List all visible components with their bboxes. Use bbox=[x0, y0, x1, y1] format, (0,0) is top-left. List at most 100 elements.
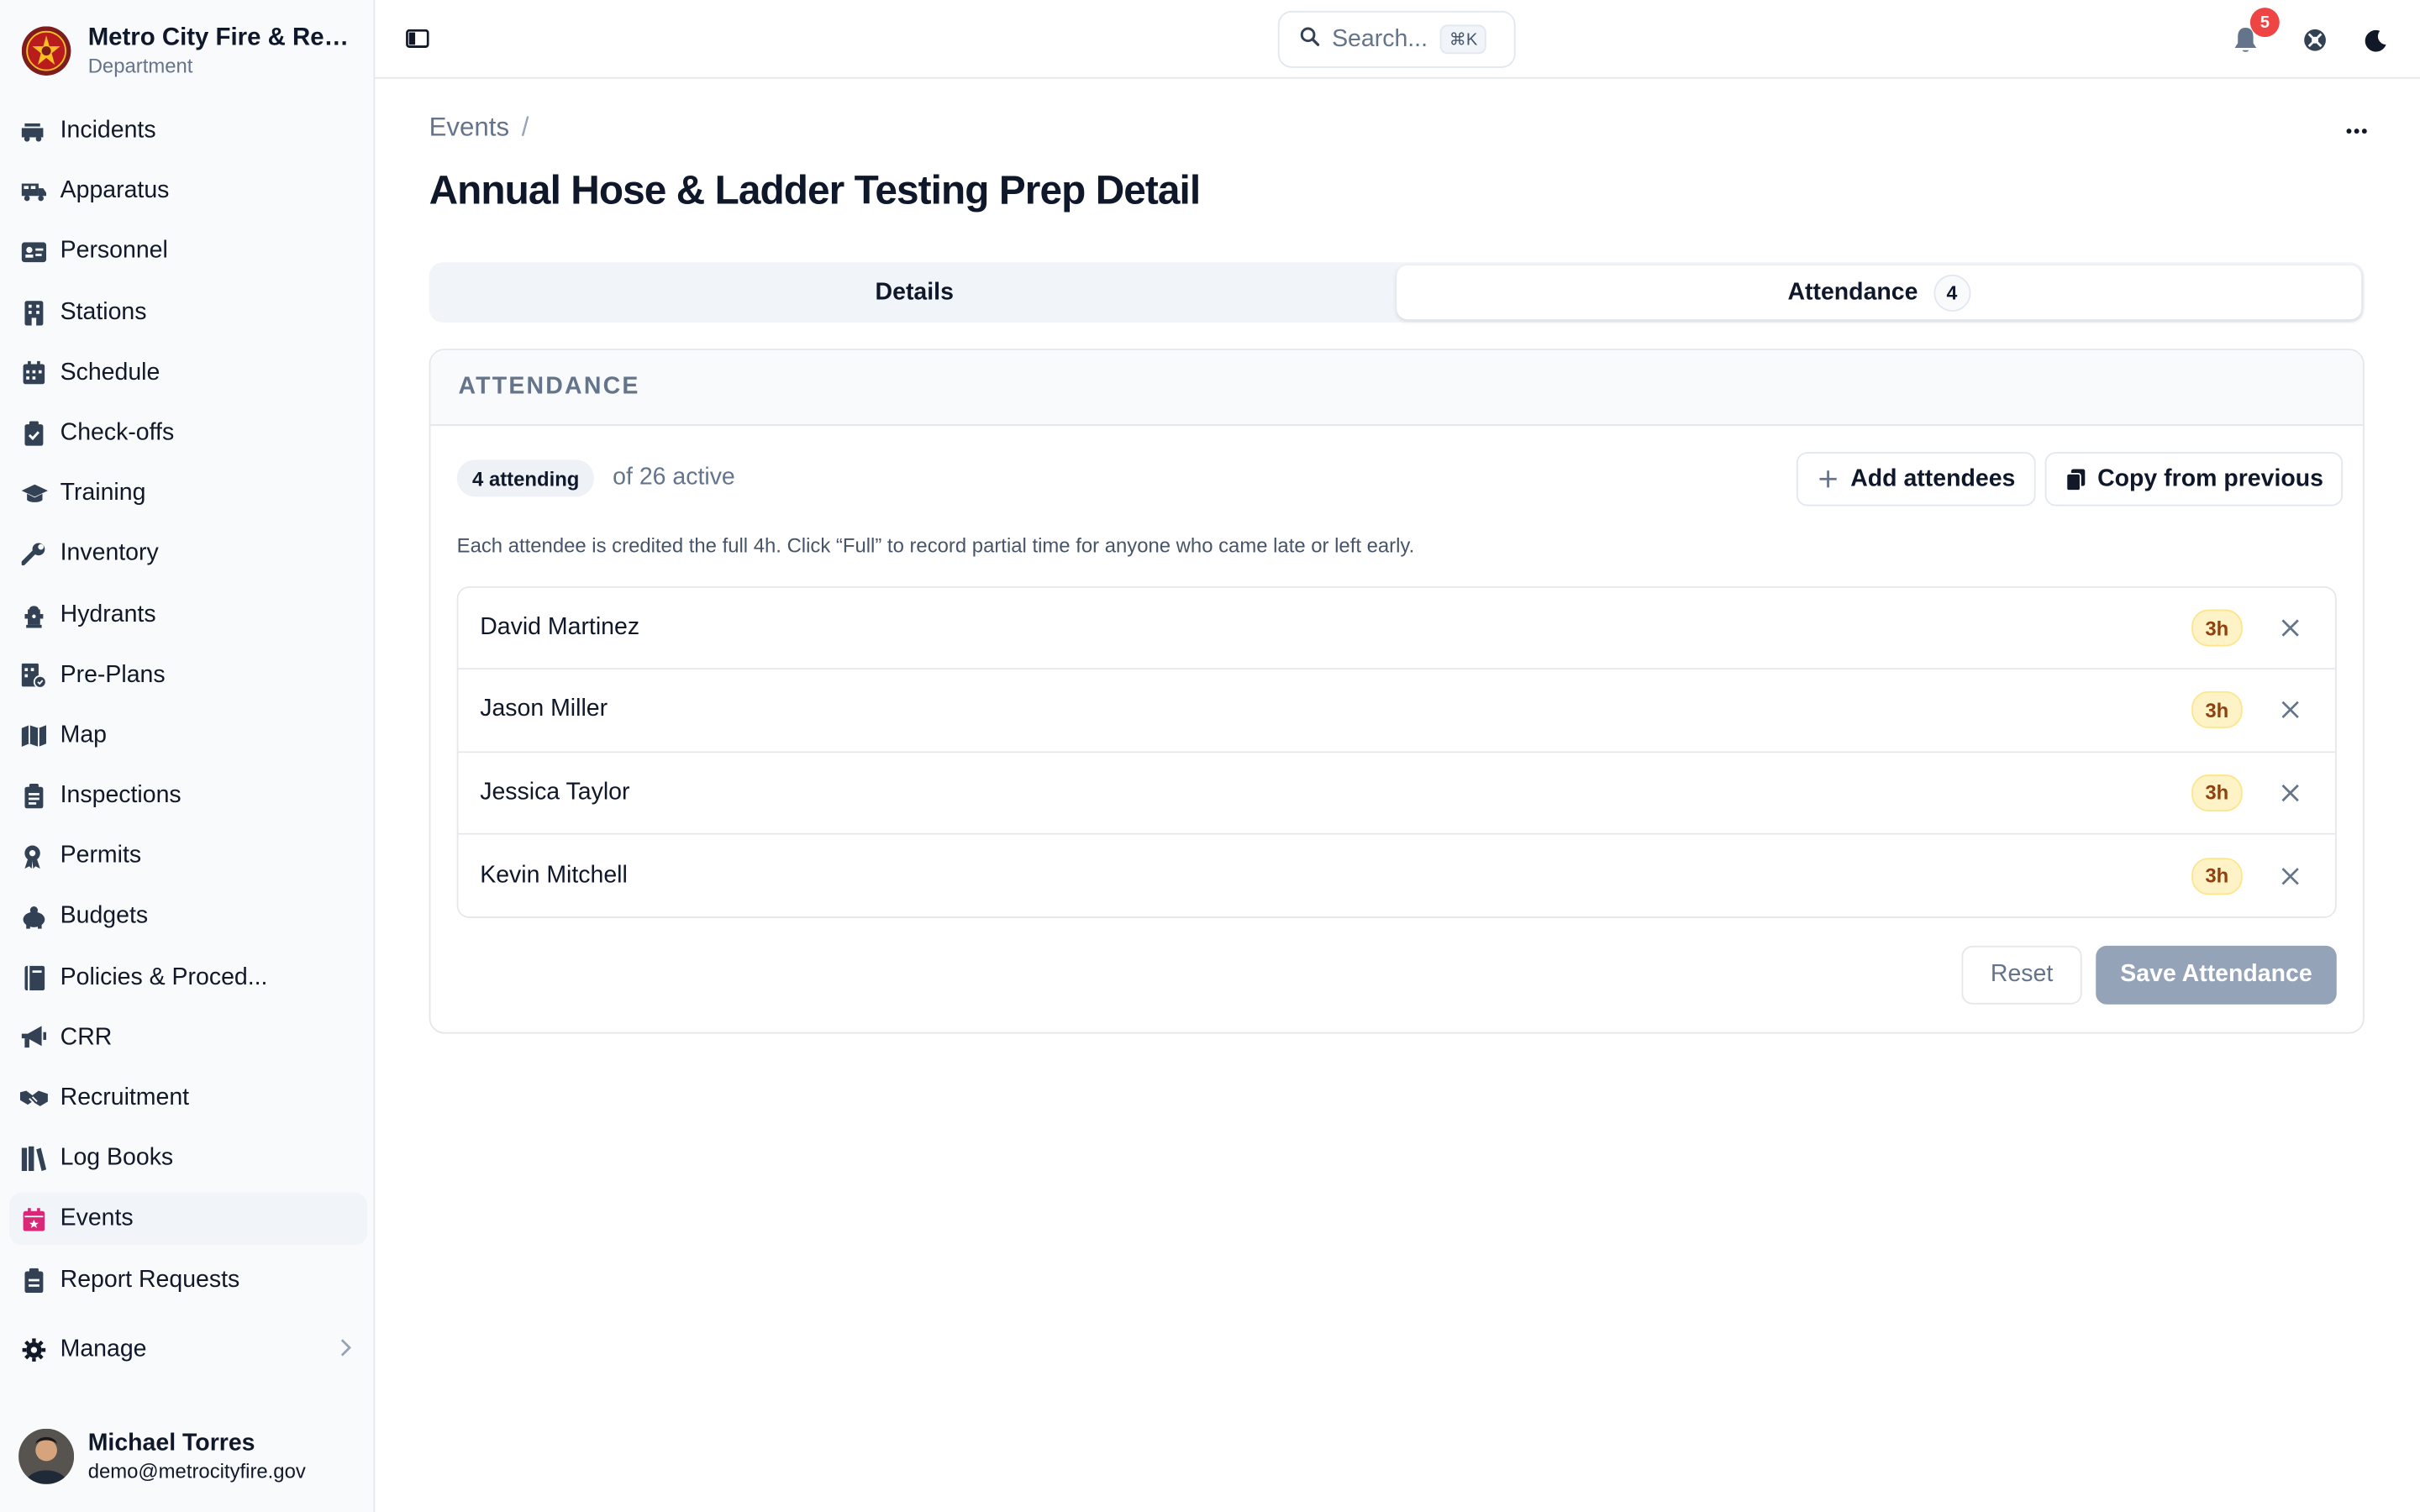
attendee-name: David Martinez bbox=[480, 614, 640, 641]
fire-truck-icon bbox=[20, 118, 48, 145]
plus-icon bbox=[1818, 469, 1839, 489]
remove-attendee-icon[interactable] bbox=[2280, 865, 2302, 887]
remove-attendee-icon[interactable] bbox=[2280, 700, 2302, 722]
topbar: Search... ⌘K 5 bbox=[375, 0, 2420, 79]
hydrant-icon bbox=[20, 601, 48, 628]
sidebar-item-hydrants[interactable]: Hydrants bbox=[9, 589, 367, 641]
sidebar-item-inspections[interactable]: Inspections bbox=[9, 770, 367, 822]
tab-attendance[interactable]: Attendance 4 bbox=[1397, 265, 2362, 320]
sidebar-item-label: Check-offs bbox=[60, 419, 175, 446]
id-card-icon bbox=[20, 239, 48, 266]
tab-label: Attendance bbox=[1787, 278, 1918, 305]
notification-count-badge: 5 bbox=[2249, 8, 2280, 38]
megaphone-icon bbox=[20, 1024, 48, 1052]
tab-label: Details bbox=[875, 278, 954, 305]
sidebar-item-pre-plans[interactable]: Pre-Plans bbox=[9, 649, 367, 701]
sidebar-item-log-books[interactable]: Log Books bbox=[9, 1132, 367, 1184]
sidebar-item-map[interactable]: Map bbox=[9, 710, 367, 762]
sidebar-item-label: Map bbox=[60, 722, 108, 748]
sidebar-item-inventory[interactable]: Inventory bbox=[9, 528, 367, 580]
button-label: Copy from previous bbox=[2097, 465, 2324, 491]
button-label: Add attendees bbox=[1850, 465, 2016, 491]
attendee-hours-badge[interactable]: 3h bbox=[2191, 691, 2243, 729]
sidebar-item-manage[interactable]: Manage bbox=[9, 1324, 367, 1376]
search-placeholder: Search... bbox=[1332, 25, 1428, 52]
map-icon bbox=[20, 722, 48, 749]
page-title: Annual Hose & Ladder Testing Prep Detail bbox=[429, 166, 1202, 213]
calendar-star-icon bbox=[20, 1205, 48, 1233]
sidebar-item-label: Permits bbox=[60, 843, 142, 869]
sidebar-item-label: Manage bbox=[60, 1336, 147, 1362]
sidebar-item-label: Incidents bbox=[60, 117, 156, 144]
copy-from-previous-button[interactable]: Copy from previous bbox=[2044, 452, 2344, 507]
truck-icon bbox=[20, 178, 48, 206]
sidebar-item-training[interactable]: Training bbox=[9, 468, 367, 520]
department-logo bbox=[21, 26, 71, 76]
sidebar-item-label: Apparatus bbox=[60, 177, 170, 204]
attendee-row: Jason Miller 3h bbox=[458, 669, 2335, 753]
sidebar-toggle-icon[interactable] bbox=[406, 28, 430, 52]
clipboard-icon bbox=[20, 782, 48, 810]
sidebar-item-crr[interactable]: CRR bbox=[9, 1012, 367, 1064]
clipboard-check-icon bbox=[20, 419, 48, 447]
more-options-icon[interactable] bbox=[2341, 118, 2372, 143]
main-area: Search... ⌘K 5 Events / Annual Hose & Lad… bbox=[375, 0, 2420, 1512]
sidebar-item-budgets[interactable]: Budgets bbox=[9, 891, 367, 943]
sidebar-item-label: Report Requests bbox=[60, 1266, 240, 1293]
tab-details[interactable]: Details bbox=[432, 265, 1397, 319]
save-attendance-button[interactable]: Save Attendance bbox=[2096, 945, 2337, 1005]
sidebar-item-policies[interactable]: Policies & Proced... bbox=[9, 952, 367, 1004]
sidebar-item-report-requests[interactable]: Report Requests bbox=[9, 1253, 367, 1305]
reset-button[interactable]: Reset bbox=[1961, 945, 2082, 1005]
sidebar-item-label: Personnel bbox=[60, 238, 168, 265]
copy-icon bbox=[2066, 468, 2086, 491]
remove-attendee-icon[interactable] bbox=[2280, 782, 2302, 804]
user-profile[interactable]: Michael Torres demo@metrocityfire.gov bbox=[18, 1428, 306, 1484]
breadcrumb: Events / bbox=[429, 113, 529, 144]
attendee-name: Kevin Mitchell bbox=[480, 861, 628, 889]
calendar-icon bbox=[20, 359, 48, 386]
sidebar-item-label: CRR bbox=[60, 1024, 113, 1051]
attendee-hours-badge[interactable]: 3h bbox=[2191, 857, 2243, 895]
fire-helmet-icon[interactable] bbox=[2302, 26, 2329, 54]
sidebar-item-recruitment[interactable]: Recruitment bbox=[9, 1073, 367, 1125]
sidebar-item-label: Policies & Proced... bbox=[60, 963, 268, 990]
sidebar: Metro City Fire & Resc... Department Inc… bbox=[0, 0, 376, 1512]
sidebar-item-label: Hydrants bbox=[60, 601, 156, 627]
sidebar-item-label: Inspections bbox=[60, 782, 182, 809]
search-shortcut: ⌘K bbox=[1439, 24, 1487, 55]
breadcrumb-events-link[interactable]: Events bbox=[429, 113, 509, 142]
sidebar-nav: Incidents Apparatus Personnel Stations S… bbox=[9, 105, 368, 1315]
attendee-name: Jessica Taylor bbox=[480, 779, 630, 806]
sidebar-item-schedule[interactable]: Schedule bbox=[9, 347, 367, 399]
moon-icon[interactable] bbox=[2361, 26, 2389, 54]
report-icon bbox=[20, 1266, 48, 1294]
search-button[interactable]: Search... ⌘K bbox=[1277, 10, 1516, 68]
sidebar-item-label: Log Books bbox=[60, 1145, 174, 1172]
sidebar-item-stations[interactable]: Stations bbox=[9, 286, 367, 339]
building-icon bbox=[20, 299, 48, 327]
attendance-hint: Each attendee is credited the full 4h. C… bbox=[456, 533, 1415, 558]
sidebar-item-check-offs[interactable]: Check-offs bbox=[9, 407, 367, 459]
attendee-list: David Martinez 3h Jason Miller 3h Jessic… bbox=[456, 585, 2337, 919]
sidebar-item-personnel[interactable]: Personnel bbox=[9, 226, 367, 278]
add-attendees-button[interactable]: Add attendees bbox=[1796, 452, 2036, 507]
attendee-name: Jason Miller bbox=[480, 696, 608, 723]
sidebar-item-apparatus[interactable]: Apparatus bbox=[9, 165, 367, 218]
attendee-hours-badge[interactable]: 3h bbox=[2191, 774, 2243, 811]
attendee-hours-badge[interactable]: 3h bbox=[2191, 609, 2243, 647]
avatar bbox=[18, 1428, 75, 1484]
attendee-row: David Martinez 3h bbox=[458, 587, 2335, 670]
department-subtitle: Department bbox=[87, 54, 193, 77]
attendance-card: ATTENDANCE 4 attending of 26 active Add … bbox=[429, 349, 2365, 1034]
remove-attendee-icon[interactable] bbox=[2280, 617, 2302, 639]
brand[interactable]: Metro City Fire & Resc... Department bbox=[21, 24, 360, 79]
breadcrumb-separator: / bbox=[521, 113, 529, 142]
attendee-row: Jessica Taylor 3h bbox=[458, 752, 2335, 835]
sidebar-item-incidents[interactable]: Incidents bbox=[9, 105, 367, 157]
sidebar-item-events[interactable]: Events bbox=[9, 1193, 368, 1246]
sidebar-item-permits[interactable]: Permits bbox=[9, 831, 367, 883]
sidebar-item-label: Recruitment bbox=[60, 1084, 190, 1111]
book-icon bbox=[20, 963, 48, 991]
sidebar-item-label: Training bbox=[60, 480, 146, 507]
